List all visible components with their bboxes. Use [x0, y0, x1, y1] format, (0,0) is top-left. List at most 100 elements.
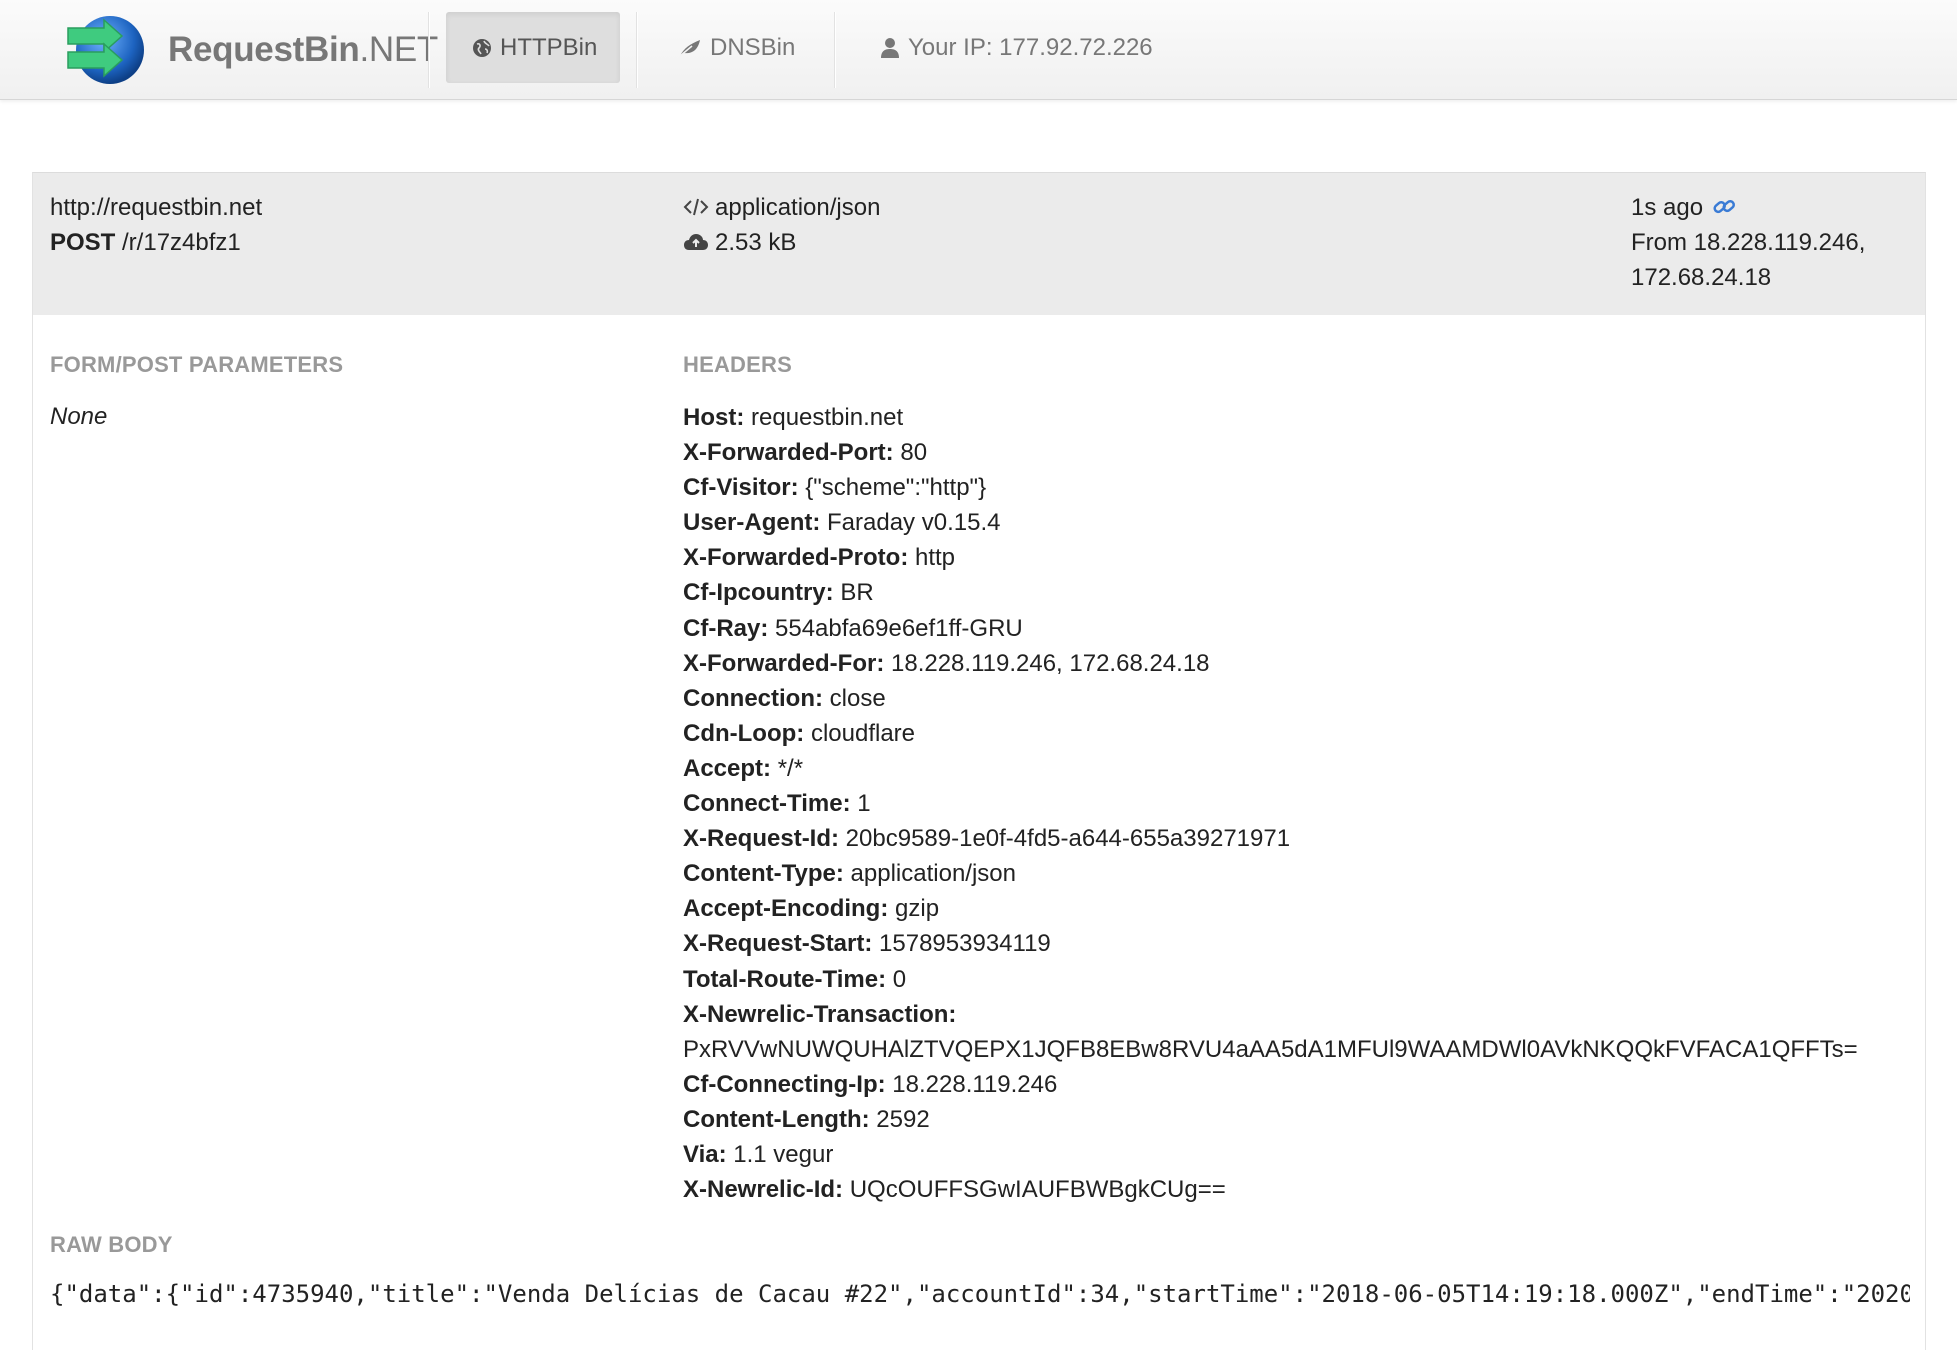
- request-content-type: application/json: [683, 190, 880, 225]
- header-key: Content-Length:: [683, 1105, 870, 1133]
- header-key: Total-Route-Time:: [683, 965, 887, 993]
- header-row: X-Request-Start: 1578953934119: [683, 926, 1923, 961]
- header-key: Accept-Encoding:: [683, 895, 889, 923]
- header-value: */*: [777, 754, 804, 782]
- header-row: X-Forwarded-For: 18.228.119.246, 172.68.…: [683, 646, 1923, 681]
- header-key: Cdn-Loop:: [683, 719, 805, 747]
- header-key: X-Request-Start:: [683, 930, 873, 958]
- header-row: Cdn-Loop: cloudflare: [683, 716, 1923, 751]
- nav-divider: [834, 12, 836, 88]
- header-key: X-Forwarded-Proto:: [683, 544, 909, 572]
- nav-your-ip-label: Your IP: 177.92.72.226: [908, 33, 1153, 61]
- header-row: Content-Length: 2592: [683, 1102, 1923, 1137]
- nav-your-ip[interactable]: Your IP: 177.92.72.226: [854, 12, 1179, 83]
- form-params-title: FORM/POST PARAMETERS: [50, 352, 344, 377]
- header-value: 80: [900, 439, 928, 467]
- header-value: Faraday v0.15.4: [827, 509, 1001, 537]
- request-from-line2: 172.68.24.18: [1631, 264, 1772, 291]
- user-icon: [880, 37, 900, 59]
- header-value: PxRVVwNUWQUHAlZTVQEPX1JQFB8EBw8RVU4aAA5d…: [683, 1035, 1858, 1063]
- top-navbar: RequestBin.NET HTTPBin DNSBin Your IP: 1…: [0, 0, 1957, 100]
- code-icon: [683, 197, 709, 217]
- header-row: X-Forwarded-Port: 80: [683, 435, 1923, 470]
- header-row: X-Forwarded-Proto: http: [683, 540, 1923, 575]
- headers-title: HEADERS: [683, 352, 792, 377]
- header-key: Connect-Time:: [683, 790, 851, 818]
- header-row: X-Newrelic-Transaction:: [683, 997, 1923, 1032]
- requestbin-logo-icon: [64, 14, 148, 86]
- permalink-icon[interactable]: [1712, 196, 1736, 218]
- header-value: 2592: [876, 1105, 930, 1133]
- header-key: User-Agent:: [683, 509, 821, 537]
- header-value: {"scheme":"http"}: [805, 474, 987, 502]
- header-value: gzip: [895, 895, 940, 923]
- nav-dnsbin-label: DNSBin: [710, 33, 796, 61]
- request-time: 1s ago: [1631, 190, 1742, 225]
- nav-divider: [428, 12, 430, 88]
- nav-httpbin[interactable]: HTTPBin: [446, 12, 620, 83]
- header-key: X-Forwarded-For:: [683, 649, 885, 677]
- header-row: PxRVVwNUWQUHAlZTVQEPX1JQFB8EBw8RVU4aAA5d…: [683, 1032, 1923, 1067]
- header-value: 1: [857, 790, 871, 818]
- header-key: Cf-Ray:: [683, 614, 769, 642]
- header-value: UQcOUFFSGwIAUFBWBgkCUg==: [849, 1176, 1226, 1204]
- nav-divider: [636, 12, 638, 88]
- request-from-line1: From 18.228.119.246,: [1631, 229, 1866, 256]
- raw-body-title: RAW BODY: [50, 1232, 173, 1257]
- header-key: X-Newrelic-Id:: [683, 1176, 844, 1204]
- header-value: cloudflare: [810, 719, 916, 747]
- header-key: Cf-Visitor:: [683, 474, 799, 502]
- header-value: 18.228.119.246: [892, 1070, 1058, 1098]
- header-value: application/json: [850, 860, 1016, 888]
- header-value: requestbin.net: [751, 404, 904, 431]
- brand-name: RequestBin.NET: [168, 30, 438, 69]
- globe-icon: [472, 38, 492, 58]
- header-row: Cf-Visitor: {"scheme":"http"}: [683, 470, 1923, 505]
- header-row: Cf-Ray: 554abfa69e6ef1ff-GRU: [683, 611, 1923, 646]
- request-host-url: http://requestbin.net: [50, 194, 263, 221]
- header-key: Content-Type:: [683, 860, 844, 888]
- form-params-value: None: [50, 403, 108, 430]
- nav-httpbin-label: HTTPBin: [500, 33, 598, 61]
- header-key: Connection:: [683, 684, 823, 712]
- header-row: X-Newrelic-Id: UQcOUFFSGwIAUFBWBgkCUg==: [683, 1172, 1923, 1207]
- header-value: 18.228.119.246, 172.68.24.18: [891, 649, 1210, 677]
- header-row: Connect-Time: 1: [683, 786, 1923, 821]
- header-key: Host:: [683, 404, 745, 431]
- header-key: Cf-Connecting-Ip:: [683, 1070, 886, 1098]
- nav-dnsbin[interactable]: DNSBin: [652, 12, 821, 83]
- cloud-upload-icon: [683, 232, 709, 252]
- request-method-path: POST /r/17z4bfz1: [50, 225, 241, 260]
- request-path: /r/17z4bfz1: [122, 229, 241, 256]
- header-value: 1578953934119: [879, 930, 1051, 958]
- header-row: Host: requestbin.net: [683, 400, 1923, 435]
- header-value: 20bc9589-1e0f-4fd5-a644-655a39271971: [845, 825, 1291, 853]
- header-value: http: [915, 544, 956, 572]
- header-value: 554abfa69e6ef1ff-GRU: [775, 614, 1023, 642]
- header-row: Cf-Connecting-Ip: 18.228.119.246: [683, 1067, 1923, 1102]
- leaf-icon: [678, 38, 702, 58]
- request-size: 2.53 kB: [683, 225, 796, 260]
- request-method: POST: [50, 229, 116, 256]
- header-key: X-Newrelic-Transaction:: [683, 1000, 957, 1028]
- header-row: Via: 1.1 vegur: [683, 1137, 1923, 1172]
- header-row: Accept: */*: [683, 751, 1923, 786]
- header-value: 1.1 vegur: [733, 1140, 834, 1168]
- header-row: User-Agent: Faraday v0.15.4: [683, 505, 1923, 540]
- header-key: Via:: [683, 1140, 727, 1168]
- headers-list: Host: requestbin.net X-Forwarded-Port: 80…: [683, 400, 1923, 1207]
- header-value: BR: [840, 579, 874, 607]
- header-row: Accept-Encoding: gzip: [683, 891, 1923, 926]
- header-row: X-Request-Id: 20bc9589-1e0f-4fd5-a644-65…: [683, 821, 1923, 856]
- header-key: X-Forwarded-Port:: [683, 439, 894, 467]
- header-key: Accept:: [683, 754, 772, 782]
- raw-body-content: {"data":{"id":4735940,"title":"Venda Del…: [50, 1280, 1910, 1308]
- header-value: 0: [892, 965, 907, 993]
- header-key: X-Request-Id:: [683, 825, 839, 853]
- header-key: Cf-Ipcountry:: [683, 579, 834, 607]
- brand-link[interactable]: RequestBin.NET: [64, 9, 438, 91]
- header-row: Content-Type: application/json: [683, 856, 1923, 891]
- header-row: Cf-Ipcountry: BR: [683, 575, 1923, 610]
- header-value: close: [829, 684, 886, 712]
- request-time-ago: 1s ago: [1631, 194, 1704, 221]
